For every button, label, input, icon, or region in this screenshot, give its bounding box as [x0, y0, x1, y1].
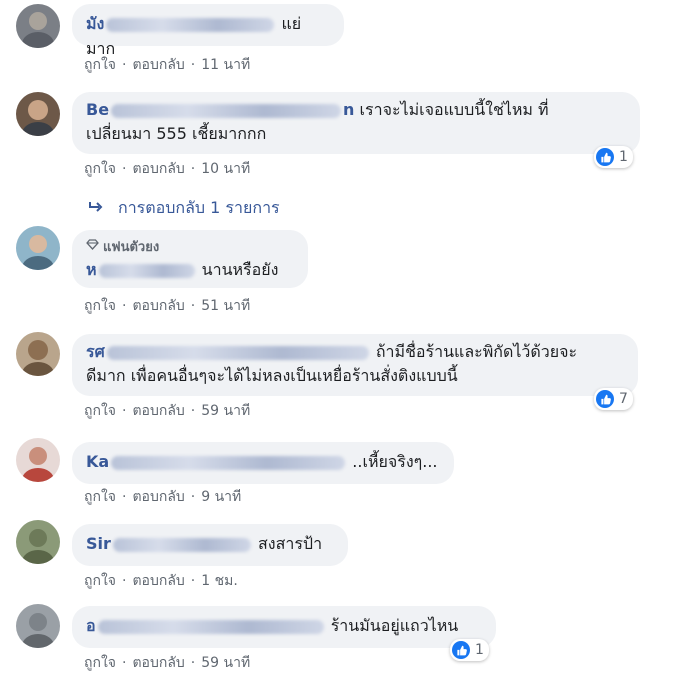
avatar[interactable] [16, 332, 60, 376]
timestamp[interactable]: 9 นาที [201, 489, 241, 505]
reply-arrow-icon [88, 199, 104, 218]
reaction-count[interactable]: 1 [594, 146, 633, 168]
author-name[interactable]: Sir [86, 534, 111, 553]
comment-bubble: Be n เราจะไม่เจอแบบนี้ใช่ไหม ที่ เปลี่ยนม… [72, 92, 640, 154]
author-name[interactable]: Be [86, 100, 109, 119]
blurred-name [97, 619, 324, 634]
comment-actions: ถูกใจ · ตอบกลับ · 59 นาที [84, 403, 251, 419]
like-button[interactable]: ถูกใจ [84, 298, 116, 314]
comment-text: ร้านมันอยู่แถวไหน [330, 616, 459, 635]
comment-text-line2: เปลี่ยนมา 555 เชี้ยมากกก [86, 124, 267, 143]
blurred-name [98, 263, 195, 278]
comment-actions: ถูกใจ · ตอบกลับ · 11 นาที [84, 57, 251, 73]
timestamp[interactable]: 11 นาที [201, 57, 250, 73]
diamond-icon [86, 239, 99, 254]
comment-text: ..เหี้ยจริงๆ... [352, 452, 438, 471]
comment-actions: ถูกใจ · ตอบกลับ · 10 นาที [84, 161, 251, 177]
comment-actions: ถูกใจ · ตอบกลับ · 51 นาที [84, 298, 251, 314]
blurred-name [112, 537, 251, 552]
reply-button[interactable]: ตอบกลับ [132, 655, 184, 671]
timestamp[interactable]: 59 นาที [201, 403, 250, 419]
thumbs-up-icon [596, 390, 614, 408]
reply-button[interactable]: ตอบกลับ [132, 489, 184, 505]
comment-bubble: Sir สงสารป้า [72, 524, 348, 566]
like-button[interactable]: ถูกใจ [84, 489, 116, 505]
comment-text-line1: ถ้ามีชื่อร้านและพิกัดไว้ด้วยจะ [375, 342, 578, 361]
comment-text: สงสารป้า [258, 534, 323, 553]
comment-bubble: อ ร้านมันอยู่แถวไหน [72, 606, 496, 648]
avatar[interactable] [16, 604, 60, 648]
avatar[interactable] [16, 226, 60, 270]
comment-actions: ถูกใจ · ตอบกลับ · 59 นาที [84, 655, 251, 671]
reply-button[interactable]: ตอบกลับ [132, 57, 184, 73]
comment-actions: ถูกใจ · ตอบกลับ · 1 ชม. [84, 573, 238, 589]
comment-bubble: Ka ..เหี้ยจริงๆ... [72, 442, 454, 484]
comment-text: นานหรือยัง [201, 260, 279, 279]
like-button[interactable]: ถูกใจ [84, 573, 116, 589]
avatar[interactable] [16, 438, 60, 482]
blurred-name [111, 103, 342, 118]
avatar[interactable] [16, 520, 60, 564]
timestamp[interactable]: 59 นาที [201, 655, 250, 671]
author-name[interactable]: รศ [86, 342, 105, 361]
comment-bubble: แฟนตัวยง ห นานหรือยัง [72, 230, 308, 288]
top-fan-badge: แฟนตัวยง [86, 236, 294, 257]
comment-text-line1: เราจะไม่เจอแบบนี้ใช่ไหม ที่ [359, 100, 549, 119]
like-button[interactable]: ถูกใจ [84, 403, 116, 419]
reply-button[interactable]: ตอบกลับ [132, 298, 184, 314]
view-replies-link[interactable]: การตอบกลับ 1 รายการ [88, 196, 280, 221]
author-name[interactable]: มัง [86, 14, 104, 33]
comment-actions: ถูกใจ · ตอบกลับ · 9 นาที [84, 489, 242, 505]
like-button[interactable]: ถูกใจ [84, 161, 116, 177]
blurred-name [106, 17, 275, 32]
thumbs-up-icon [596, 148, 614, 166]
blurred-name [106, 345, 369, 360]
reply-button[interactable]: ตอบกลับ [132, 573, 184, 589]
author-name[interactable]: ห [86, 260, 97, 279]
timestamp[interactable]: 51 นาที [201, 298, 250, 314]
thumbs-up-icon [452, 641, 470, 659]
timestamp[interactable]: 10 นาที [201, 161, 250, 177]
blurred-name [111, 455, 346, 470]
comment-bubble: รศ ถ้ามีชื่อร้านและพิกัดไว้ด้วยจะ ดีมาก … [72, 334, 638, 396]
reaction-count[interactable]: 7 [594, 388, 633, 410]
comment-text-line2: ดีมาก เพื่อคนอื่นๆจะได้ไม่หลงเป็นเหยื่อร… [86, 366, 458, 385]
like-button[interactable]: ถูกใจ [84, 57, 116, 73]
timestamp[interactable]: 1 ชม. [201, 573, 238, 589]
reply-button[interactable]: ตอบกลับ [132, 403, 184, 419]
avatar[interactable] [16, 4, 60, 48]
comment-bubble: มัง แย่มาก [72, 4, 344, 58]
author-name[interactable]: Ka [86, 452, 109, 471]
author-name[interactable]: อ [86, 616, 96, 635]
avatar[interactable] [16, 92, 60, 136]
reply-button[interactable]: ตอบกลับ [132, 161, 184, 177]
like-button[interactable]: ถูกใจ [84, 655, 116, 671]
reaction-count[interactable]: 1 [450, 639, 489, 661]
